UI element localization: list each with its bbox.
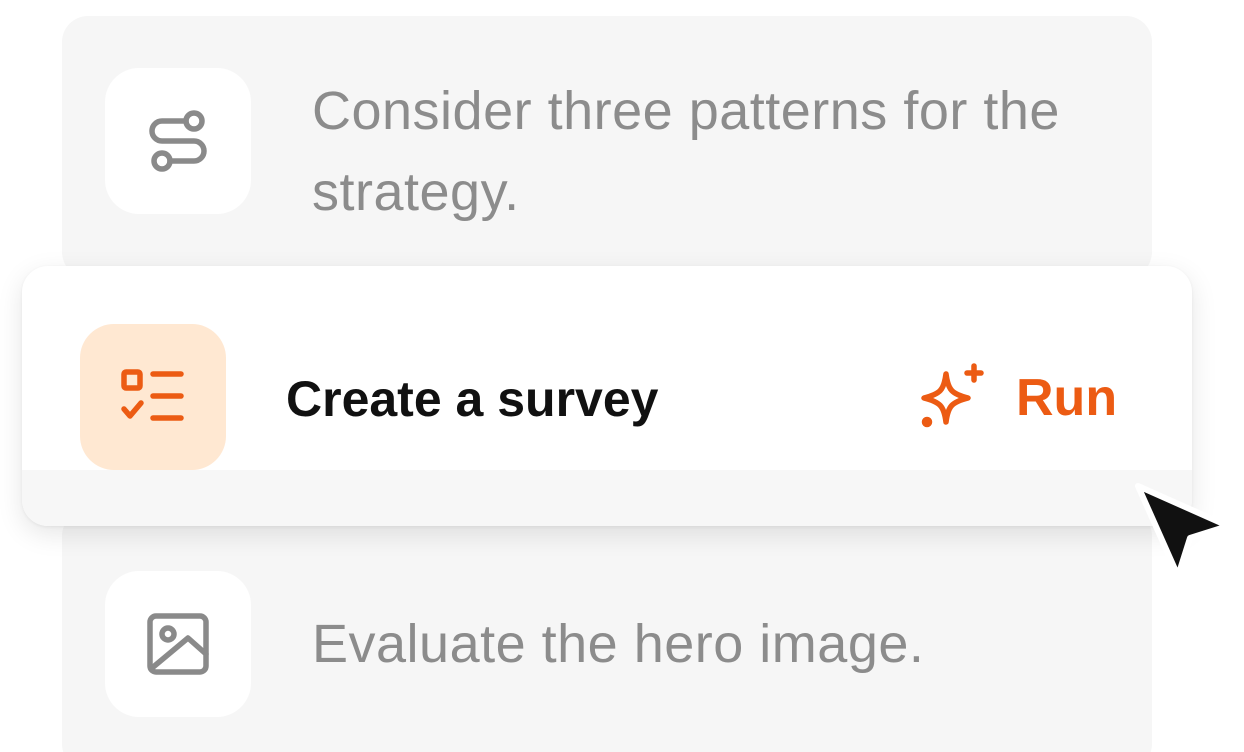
arrow-pointer-icon (1135, 483, 1231, 579)
task-icon-tile (80, 324, 226, 470)
run-button[interactable]: Run (916, 358, 1117, 438)
task-title: Create a survey (286, 371, 659, 427)
route-icon (149, 110, 207, 172)
sparkles-icon (921, 363, 984, 428)
run-label: Run (1016, 369, 1118, 427)
task-card-hero-image[interactable]: Evaluate the hero image. (62, 510, 1152, 752)
task-text: Consider three patterns for the strategy… (312, 81, 1060, 222)
task-icon-tile (105, 571, 251, 717)
image-icon (147, 613, 209, 675)
checklist-icon (121, 369, 184, 421)
task-icon-tile (105, 68, 251, 214)
task-suggestions: Consider three patterns for the strategy… (0, 0, 1244, 752)
task-card-survey[interactable]: Create a survey Run (22, 266, 1192, 526)
task-card-strategy[interactable]: Consider three patterns for the strategy… (62, 16, 1152, 278)
card-footer-strip (22, 470, 1192, 526)
task-text: Evaluate the hero image. (312, 614, 925, 674)
